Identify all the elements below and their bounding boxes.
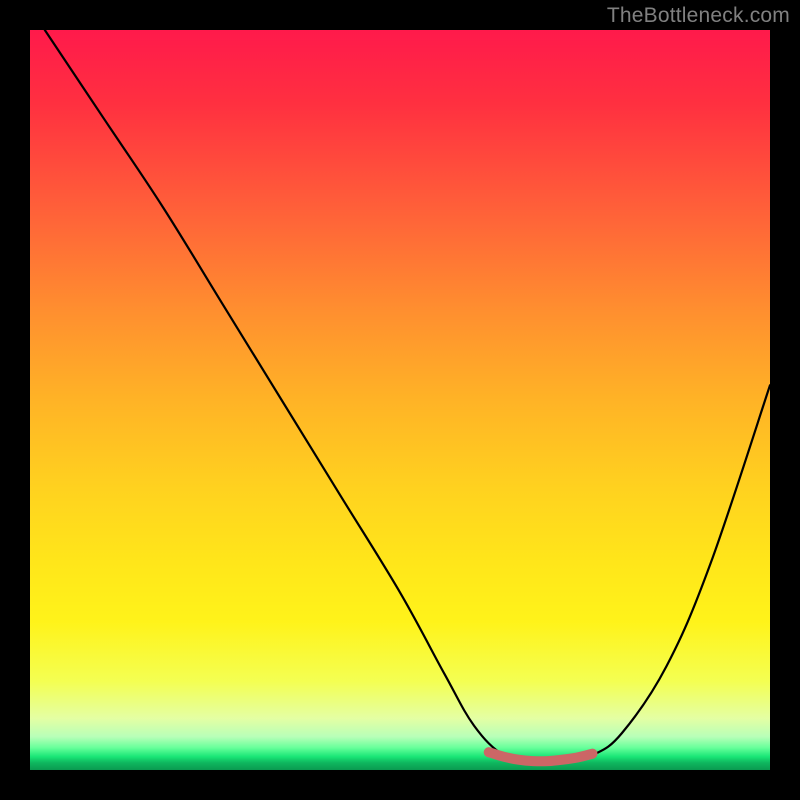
minimum-marker <box>489 752 593 761</box>
minimum-marker-dot-right <box>587 749 597 759</box>
chart-frame: TheBottleneck.com <box>0 0 800 800</box>
plot-area <box>30 30 770 770</box>
minimum-marker-dot-left <box>484 747 494 757</box>
bottleneck-curve <box>30 30 770 770</box>
curve-line <box>45 30 770 764</box>
watermark-text: TheBottleneck.com <box>607 4 790 28</box>
